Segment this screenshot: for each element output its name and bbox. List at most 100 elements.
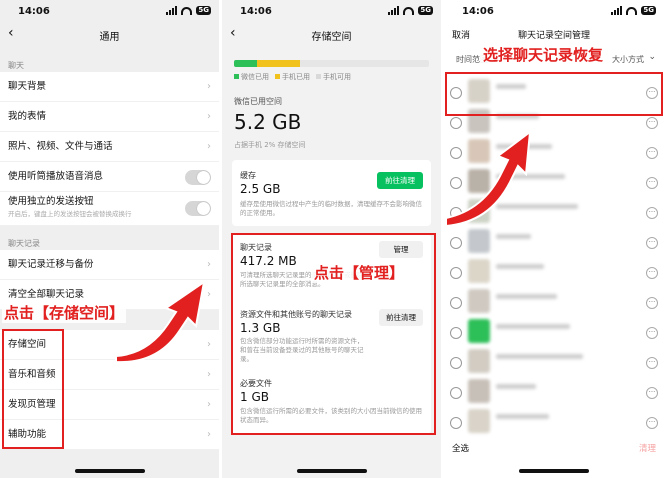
send-button-toggle[interactable] [185,201,211,216]
blurred-chat-name [496,414,549,419]
sort-size-option[interactable]: 大小方式 [612,54,644,65]
select-radio[interactable] [450,327,462,339]
more-options-icon[interactable]: ··· [646,237,658,249]
status-bar: 14:06 5G [444,0,664,22]
chat-list-item[interactable]: ··· [444,406,664,440]
chat-list-item[interactable]: ··· [444,226,664,260]
highlight-box-first-chat [445,72,663,116]
clear-cache-button[interactable]: 前往清理 [377,172,423,189]
home-indicator [296,469,367,473]
blurred-chat-name [496,354,583,359]
status-time: 14:06 [240,6,272,17]
bottom-toolbar: 全选 清理 [444,436,664,460]
cache-label: 缓存 [240,171,256,180]
more-options-icon[interactable]: ··· [646,207,658,219]
arrow-to-manage-icon [115,279,206,364]
general-settings-screen: 14:06 5G ‹ 通用 聊天 聊天背景 › 我的表情 › 照片、视频、文件与通话… [0,0,219,478]
battery-icon: 5G [418,6,433,15]
chat-avatar [468,229,490,253]
chat-storage-manage-screen: 14:06 5G 取消 聊天记录空间管理 时间范围 大小方式 ⌄ ··· ··· ·… [444,0,664,478]
more-options-icon[interactable]: ··· [646,117,658,129]
more-options-icon[interactable]: ··· [646,177,658,189]
chat-list-item[interactable]: ··· [444,286,664,320]
nav-bar: ‹ 存储空间 [222,22,441,48]
blurred-chat-name [496,324,570,329]
home-indicator [519,469,589,473]
chat-avatar [468,259,490,283]
send-button-note: 开启后，键盘上的发送按钮会被替换成换行 [8,210,132,218]
used-space-label: 微信已用空间 [234,97,282,106]
more-options-icon[interactable]: ··· [646,387,658,399]
more-options-icon[interactable]: ··· [646,357,658,369]
status-time: 14:06 [18,6,50,17]
select-all-button[interactable]: 全选 [452,442,469,454]
chevron-down-icon: ⌄ [648,52,656,62]
home-indicator [74,469,145,473]
chevron-right-icon: › [207,399,211,410]
cache-value: 2.5 GB [240,182,281,196]
signal-icon [611,6,623,15]
select-radio[interactable] [450,357,462,369]
chat-list-item[interactable]: ··· [444,256,664,290]
wifi-icon [626,6,638,15]
row-earpiece-playback: 使用听筒播放语音消息 [0,162,219,192]
more-options-icon[interactable]: ··· [646,147,658,159]
row-chat-background[interactable]: 聊天背景 › [0,72,219,102]
chevron-right-icon: › [207,111,211,122]
status-time: 14:06 [462,6,494,17]
row-send-button: 使用独立的发送按钮 开启后，键盘上的发送按钮会被替换成换行 [0,192,219,226]
chat-list-item[interactable]: ··· [444,376,664,410]
chat-list-item[interactable]: ··· [444,346,664,380]
row-my-stickers[interactable]: 我的表情 › [0,102,219,132]
signal-icon [388,6,400,15]
chat-settings-group: 聊天背景 › 我的表情 › 照片、视频、文件与通话 › 使用听筒播放语音消息 使用独立… [0,72,219,226]
row-photos-videos-files[interactable]: 照片、视频、文件与通话 › [0,132,219,162]
blurred-chat-name [496,264,544,269]
select-radio[interactable] [450,387,462,399]
storage-screen: 14:06 5G ‹ 存储空间 微信已用 手机已用 手机可用 微信已用空间 5.… [222,0,441,478]
clear-button[interactable]: 清理 [639,442,656,454]
more-options-icon[interactable]: ··· [646,297,658,309]
section-label-records: 聊天记录 [8,239,40,248]
earpiece-toggle[interactable] [185,170,211,185]
blurred-chat-name [496,384,536,389]
select-radio[interactable] [450,267,462,279]
more-options-icon[interactable]: ··· [646,417,658,429]
more-options-icon[interactable]: ··· [646,327,658,339]
used-space-value: 5.2 GB [234,110,302,134]
more-options-icon[interactable]: ··· [646,267,658,279]
page-title: 存储空间 [311,32,352,43]
chevron-right-icon: › [207,81,211,92]
select-radio[interactable] [450,297,462,309]
annotation-select-chat: 选择聊天记录恢复 [480,44,607,65]
select-radio[interactable] [450,237,462,249]
usage-legend: 微信已用 手机已用 手机可用 [234,72,351,82]
used-space-percent: 占据手机 2% 存储空间 [234,141,306,149]
page-title: 聊天记录空间管理 [517,31,590,41]
storage-usage-bar [234,60,429,67]
blurred-chat-name [496,294,557,299]
battery-icon: 5G [641,6,656,15]
select-radio[interactable] [450,117,462,129]
legend-phone-used: 手机已用 [282,73,310,81]
chevron-right-icon: › [207,141,211,152]
chat-avatar [468,409,490,433]
legend-wechat-used: 微信已用 [241,73,269,81]
chat-avatar [468,319,490,343]
status-bar: 14:06 5G [0,0,219,22]
annotation-manage: 点击【管理】 [312,262,407,283]
chat-avatar [468,349,490,373]
section-label-chat: 聊天 [8,61,24,70]
highlight-box-storage [2,329,64,449]
nav-bar: ‹ 通用 [0,22,219,48]
wifi-icon [403,6,415,15]
wifi-icon [181,6,193,15]
blurred-chat-name [496,234,531,239]
chat-avatar [468,289,490,313]
chat-list-item[interactable]: ··· [444,316,664,350]
arrow-to-chat-icon [445,130,532,228]
page-title: 通用 [99,32,120,43]
battery-icon: 5G [196,6,211,15]
legend-phone-free: 手机可用 [323,73,351,81]
select-radio[interactable] [450,417,462,429]
